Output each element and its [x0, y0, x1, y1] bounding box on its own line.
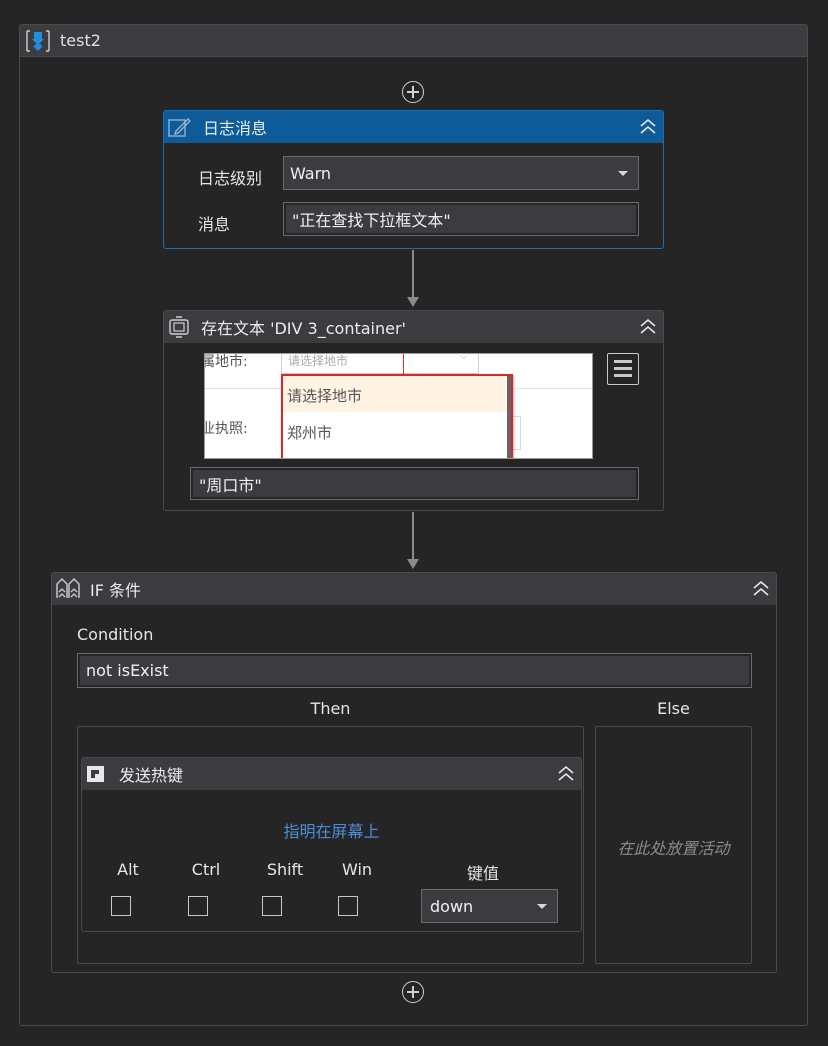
if-branch-icon — [56, 578, 80, 598]
preview-select-placeholder: 请选择地市 — [288, 354, 349, 368]
key-label: 键值 — [466, 864, 499, 883]
flow-arrow-icon — [407, 297, 419, 307]
preview-select: 请选择地市 ⌵ — [281, 353, 479, 374]
flow-arrow-icon — [407, 559, 419, 569]
sequence-header[interactable]: test2 — [20, 25, 807, 57]
message-label: 消息 — [198, 215, 231, 234]
key-value: down — [430, 896, 474, 916]
preview-scrollbar — [507, 376, 511, 458]
preview-option-highlighted: 请选择地市 — [283, 376, 507, 412]
log-level-dropdown[interactable]: Warn — [283, 156, 639, 190]
send-hotkey-title: 发送热键 — [119, 766, 184, 785]
log-edit-icon — [168, 118, 191, 137]
message-input[interactable]: "正在查找下拉框文本" — [283, 202, 639, 236]
if-activity[interactable]: IF 条件 Condition not isExist Then Else 在此… — [51, 572, 777, 973]
log-message-header[interactable]: 日志消息 — [164, 111, 663, 143]
ctrl-checkbox[interactable] — [188, 896, 208, 916]
collapse-chevron-icon[interactable] — [752, 579, 770, 599]
search-text-value: "周口市" — [199, 475, 262, 495]
send-hotkey-header[interactable]: 发送热键 — [82, 758, 581, 790]
win-label: Win — [341, 860, 373, 879]
preview-row1-label: 属地市: — [204, 354, 248, 370]
condition-value: not isExist — [86, 661, 169, 680]
else-drop-area[interactable]: 在此处放置活动 — [595, 726, 752, 964]
preview-options-popup: 请选择地市 郑州市 — [281, 374, 513, 458]
flow-connector — [412, 512, 414, 560]
preview-option-1: 请选择地市 — [287, 387, 363, 405]
log-message-activity[interactable]: 日志消息 日志级别 Warn 消息 "正在查找下拉框文本" — [163, 110, 664, 249]
log-message-title: 日志消息 — [203, 119, 268, 138]
chevron-down-icon — [537, 904, 547, 909]
then-label: Then — [310, 699, 351, 718]
flow-connector — [412, 250, 414, 298]
if-title: IF 条件 — [90, 581, 142, 600]
log-level-value: Warn — [290, 163, 332, 183]
shift-checkbox[interactable] — [262, 896, 282, 916]
else-label: Else — [657, 699, 690, 718]
alt-label: Alt — [117, 860, 139, 879]
shift-label: Shift — [266, 860, 304, 879]
ctrl-label: Ctrl — [191, 860, 221, 879]
indicate-on-screen-link[interactable]: 指明在屏幕上 — [82, 818, 581, 842]
text-exists-title: 存在文本 'DIV 3_container' — [201, 319, 406, 338]
preview-highlight-line — [403, 354, 404, 374]
chevron-down-icon — [618, 171, 628, 176]
preview-option-2: 郑州市 — [287, 424, 333, 442]
key-dropdown[interactable]: down — [421, 889, 558, 923]
condition-label: Condition — [77, 625, 154, 644]
text-exists-header[interactable]: 存在文本 'DIV 3_container' — [164, 311, 663, 343]
collapse-chevron-icon[interactable] — [639, 317, 657, 337]
add-activity-plus-icon[interactable] — [402, 81, 424, 103]
text-exists-activity[interactable]: 存在文本 'DIV 3_container' 属地市: 请选择地市 ⌵ 业执照:… — [163, 310, 664, 511]
condition-input[interactable]: not isExist — [77, 653, 752, 688]
add-activity-plus-icon[interactable] — [402, 981, 424, 1003]
hotkey-icon — [87, 766, 104, 782]
win-checkbox[interactable] — [338, 896, 358, 916]
target-screenshot-preview[interactable]: 属地市: 请选择地市 ⌵ 业执照: 请选择地市 郑州市 — [204, 353, 593, 459]
menu-icon[interactable] — [607, 353, 639, 385]
if-header[interactable]: IF 条件 — [52, 573, 776, 605]
message-value: "正在查找下拉框文本" — [292, 211, 451, 230]
preview-chevron-icon: ⌵ — [460, 353, 468, 362]
collapse-chevron-icon[interactable] — [639, 117, 657, 137]
sequence-title: test2 — [60, 31, 101, 50]
search-text-input[interactable]: "周口市" — [190, 467, 639, 500]
else-placeholder: 在此处放置活动 — [617, 839, 730, 858]
collapse-chevron-icon[interactable] — [557, 764, 575, 784]
screen-capture-icon — [169, 316, 189, 338]
alt-checkbox[interactable] — [111, 896, 131, 916]
send-hotkey-activity[interactable]: 发送热键 指明在屏幕上 Alt Ctrl Shift Win 键值 down — [81, 757, 582, 932]
log-level-label: 日志级别 — [198, 169, 263, 188]
preview-row2-label: 业执照: — [204, 421, 248, 437]
sequence-icon — [26, 29, 50, 52]
